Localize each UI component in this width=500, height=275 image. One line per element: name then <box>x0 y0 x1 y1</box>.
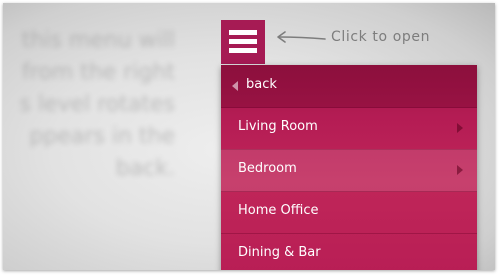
menu-item-living-room[interactable]: Living Room <box>221 107 477 150</box>
menu-back-item[interactable]: back <box>221 65 477 108</box>
menu-back-label: back <box>246 77 277 92</box>
blurred-background-text: this menu will from the right s level ro… <box>19 28 175 181</box>
menu-item-dining-bar[interactable]: Dining & Bar <box>221 233 477 270</box>
menu-item-label: Bedroom <box>238 161 297 176</box>
hamburger-menu-icon-bar <box>229 48 257 53</box>
click-to-open-hint: Click to open <box>331 29 431 45</box>
menu-item-label: Dining & Bar <box>238 245 321 260</box>
submenu-arrow-icon <box>457 165 463 175</box>
hamburger-menu-icon-bar <box>229 39 257 44</box>
menu-toggle-button[interactable] <box>221 20 265 64</box>
submenu-arrow-icon <box>457 123 463 133</box>
arrow-left-icon <box>277 31 326 43</box>
menu-item-label: Home Office <box>238 203 319 218</box>
hamburger-menu-icon <box>229 30 257 35</box>
screenshot-frame: this menu will from the right s level ro… <box>0 0 500 275</box>
menu-item-home-office[interactable]: Home Office <box>221 191 477 234</box>
menu-item-bedroom[interactable]: Bedroom <box>221 149 477 192</box>
back-arrow-icon <box>232 81 238 91</box>
page-canvas: this menu will from the right s level ro… <box>3 3 495 270</box>
slide-menu-panel: back Living Room Bedroom Home Office Din… <box>221 65 477 270</box>
menu-item-label: Living Room <box>238 119 318 134</box>
